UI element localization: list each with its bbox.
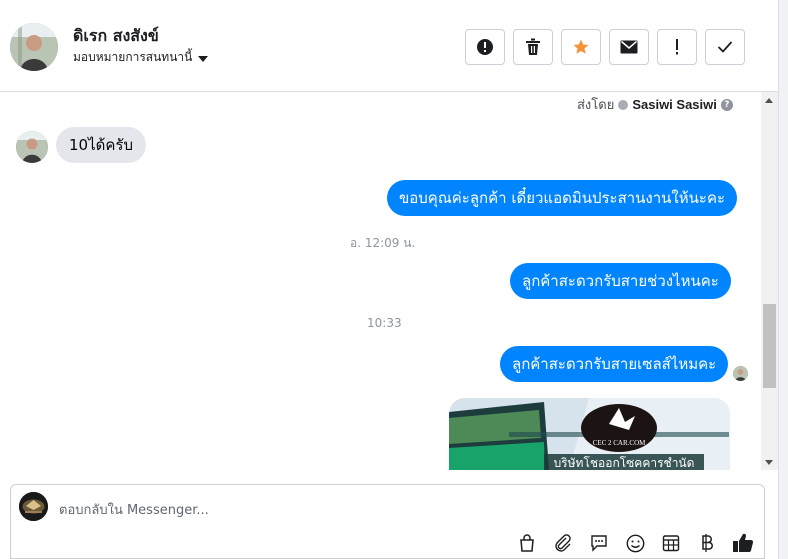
image-attachment[interactable]: CEC 2 CAR.COM บริษัทโชออกโซคคารชำนัด (449, 398, 730, 470)
seen-indicator-avatar (733, 366, 748, 381)
paperclip-icon[interactable] (552, 532, 574, 554)
image-caption-text: บริษัทโชออกโซคคารชำนัด (554, 456, 695, 470)
contact-avatar-small[interactable] (16, 131, 48, 163)
message-timestamp: อ. 12:09 น. (350, 236, 416, 250)
emoji-icon[interactable] (624, 532, 646, 554)
window-edge (778, 0, 788, 559)
contact-name[interactable]: ดิเรก สงสังข์ (73, 24, 159, 49)
outgoing-message[interactable]: ขอบคุณค่ะลูกค้า เดี๋ยวแอดมินประสานงานให้… (387, 180, 738, 216)
appointment-icon[interactable] (660, 532, 682, 554)
composer-toolbar (516, 532, 754, 554)
image-logo-text: CEC 2 CAR.COM (593, 439, 646, 447)
follow-up-button[interactable] (657, 29, 697, 65)
spam-button[interactable] (465, 29, 505, 65)
shopping-bag-icon[interactable] (516, 532, 538, 554)
message-composer: ตอบกลับใน Messenger... (10, 484, 765, 559)
outgoing-message[interactable]: ลูกค้าสะดวกรับสายช่วงไหนคะ (510, 263, 731, 299)
mark-unread-button[interactable] (609, 29, 649, 65)
thumbs-up-icon[interactable] (732, 532, 754, 554)
reply-input[interactable]: ตอบกลับใน Messenger... (59, 499, 209, 520)
star-icon (573, 39, 589, 54)
sender-name[interactable]: Sasiwi Sasiwi (632, 97, 717, 112)
message-timestamp: 10:33 (367, 316, 402, 330)
trash-icon (526, 38, 540, 55)
done-button[interactable] (705, 29, 745, 65)
sent-by-label: ส่งโดย (577, 98, 615, 113)
scroll-up-arrow-icon[interactable] (765, 98, 773, 103)
thread-scrollbar[interactable] (761, 92, 778, 470)
exclamation-icon (676, 39, 678, 55)
incoming-message[interactable]: 10ได้ครับ (56, 127, 146, 163)
outgoing-message[interactable]: ลูกค้าสะดวกรับสายเซลส์ไหมคะ (500, 346, 729, 382)
assign-label: มอบหมายการสนทนานี้ (73, 50, 193, 64)
sent-by-info: ส่งโดย Sasiwi Sasiwi ? (577, 94, 733, 115)
envelope-icon (620, 40, 638, 54)
check-icon (717, 41, 733, 53)
delete-button[interactable] (513, 29, 553, 65)
baht-payment-icon[interactable] (696, 532, 718, 554)
saved-reply-icon[interactable] (588, 532, 610, 554)
star-button[interactable] (561, 29, 601, 65)
help-icon[interactable]: ? (720, 98, 733, 111)
scroll-down-arrow-icon[interactable] (765, 460, 773, 465)
assign-conversation-dropdown[interactable]: มอบหมายการสนทนานี้ (73, 48, 209, 67)
page-badge-icon (618, 99, 629, 110)
scrollbar-thumb[interactable] (763, 304, 776, 388)
contact-avatar[interactable] (10, 23, 58, 71)
alert-circle-icon (477, 39, 493, 55)
chevron-down-icon (198, 55, 209, 62)
page-avatar (19, 492, 48, 521)
conversation-actions (465, 29, 745, 65)
conversation-header: ดิเรก สงสังข์ มอบหมายการสนทนานี้ (0, 0, 778, 92)
